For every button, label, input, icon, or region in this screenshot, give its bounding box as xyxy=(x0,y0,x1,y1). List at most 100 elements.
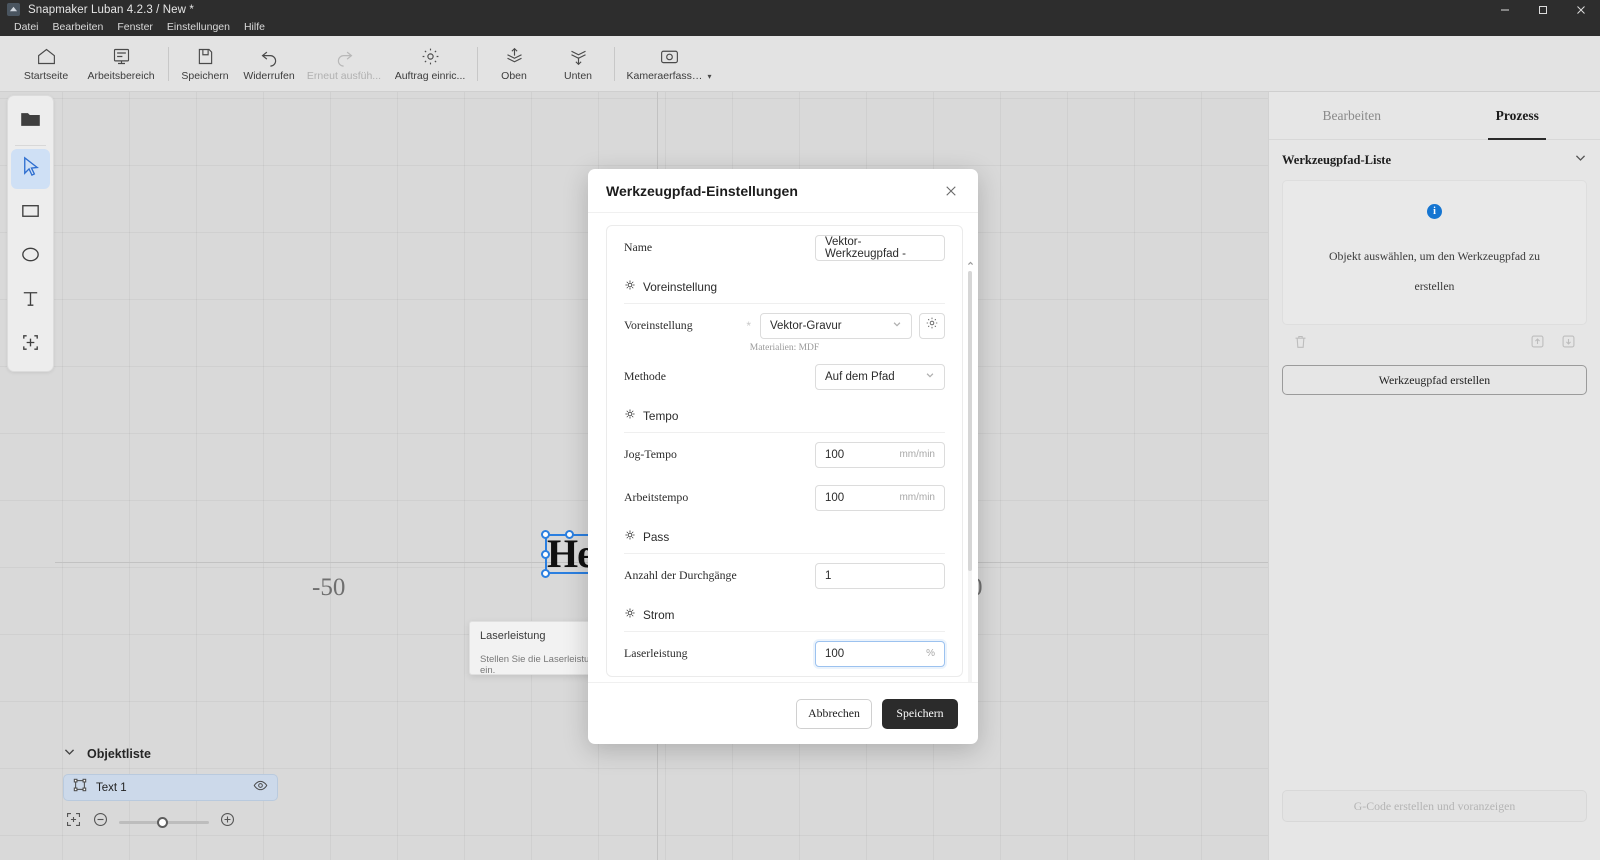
object-bounds-icon xyxy=(73,778,87,797)
scrollbar-thumb[interactable] xyxy=(968,271,972,571)
name-input[interactable]: Vektor-Werkzeugpfad - xyxy=(815,235,945,261)
zoom-out-icon[interactable] xyxy=(92,811,109,833)
preset-select[interactable]: Vektor-Gravur xyxy=(760,313,912,339)
work-speed-unit: mm/min xyxy=(899,492,935,503)
preset-settings-button[interactable] xyxy=(919,313,945,339)
toolbar-workspace-button[interactable]: Arbeitsbereich xyxy=(78,38,164,90)
toolbar-undo-label: Widerrufen xyxy=(243,70,294,82)
bring-up-icon xyxy=(504,45,525,67)
object-list-title: Objektliste xyxy=(87,747,151,761)
close-icon[interactable] xyxy=(1562,0,1600,19)
ellipse-icon xyxy=(19,243,42,271)
undo-icon xyxy=(259,45,280,67)
maximize-icon[interactable] xyxy=(1524,0,1562,19)
settings-form: Name Vektor-Werkzeugpfad - Voreinstellun… xyxy=(606,225,963,677)
arrow-down-box-icon[interactable] xyxy=(1561,334,1576,354)
toolbar-save-button[interactable]: Speichern xyxy=(173,38,237,90)
toolbar-undo-button[interactable]: Widerrufen xyxy=(237,38,301,90)
group-header-pass: Pass xyxy=(624,521,945,553)
list-item[interactable]: Text 1 xyxy=(63,774,278,801)
object-list-panel: Objektliste Text 1 xyxy=(63,741,283,801)
save-icon xyxy=(195,45,216,67)
toolpath-empty-text-line2: erstellen xyxy=(1329,271,1540,301)
dialog-title: Werkzeugpfad-Einstellungen xyxy=(606,183,798,199)
zoom-slider[interactable] xyxy=(119,815,209,829)
menu-item-bearbeiten[interactable]: Bearbeiten xyxy=(46,19,111,36)
group-title-power: Strom xyxy=(643,608,674,622)
main-toolbar: Startseite Arbeitsbereich Speichern Wide… xyxy=(0,36,1600,92)
laser-power-value: 100 xyxy=(825,648,844,660)
menu-bar: Datei Bearbeiten Fenster Einstellungen H… xyxy=(0,19,1600,36)
selection-bounding-box[interactable] xyxy=(545,534,592,574)
dialog-body: Name Vektor-Werkzeugpfad - Voreinstellun… xyxy=(588,213,978,682)
object-list-header[interactable]: Objektliste xyxy=(63,741,283,767)
create-toolpath-button[interactable]: Werkzeugpfad erstellen xyxy=(1282,365,1587,395)
save-button[interactable]: Speichern xyxy=(882,699,958,729)
selection-handle-ml[interactable] xyxy=(541,550,550,559)
tab-prozess[interactable]: Prozess xyxy=(1435,92,1600,139)
redo-icon xyxy=(334,45,355,67)
laser-power-input[interactable]: 100 % xyxy=(815,641,945,667)
menu-item-fenster[interactable]: Fenster xyxy=(110,19,160,36)
toolpath-list-header[interactable]: Werkzeugpfad-Liste xyxy=(1269,140,1600,180)
toolbar-bring-up-button[interactable]: Oben xyxy=(482,38,546,90)
chevron-down-icon[interactable] xyxy=(1574,151,1587,169)
menu-item-datei[interactable]: Datei xyxy=(7,19,46,36)
rail-btn-select[interactable] xyxy=(11,149,50,189)
toolbar-divider xyxy=(168,47,169,81)
arrow-up-box-icon[interactable] xyxy=(1530,334,1545,354)
cancel-button[interactable]: Abbrechen xyxy=(796,699,872,729)
toolbar-home-button[interactable]: Startseite xyxy=(14,38,78,90)
group-title-pass: Pass xyxy=(643,530,669,544)
app-root: Snapmaker Luban 4.2.3 / New * Datei Bear… xyxy=(0,0,1600,860)
toolbar-send-down-button[interactable]: Unten xyxy=(546,38,610,90)
workspace-icon xyxy=(111,45,132,67)
group-header-speed: Tempo xyxy=(624,400,945,432)
fit-to-screen-icon[interactable] xyxy=(65,811,82,833)
toolbar-bring-up-label: Oben xyxy=(501,70,527,82)
trash-icon[interactable] xyxy=(1293,334,1308,354)
jog-speed-input[interactable]: 100 mm/min xyxy=(815,442,945,468)
eye-icon[interactable] xyxy=(253,778,268,798)
chevron-down-icon[interactable] xyxy=(63,745,76,763)
jog-speed-unit: mm/min xyxy=(899,449,935,460)
camera-capture-icon xyxy=(659,45,680,67)
group-header-preset: Voreinstellung xyxy=(624,271,945,303)
rail-btn-insert[interactable] xyxy=(11,325,50,365)
selection-handle-tm[interactable] xyxy=(565,530,574,539)
rail-btn-open-folder[interactable] xyxy=(11,102,50,142)
home-icon xyxy=(36,45,57,67)
zoom-in-icon[interactable] xyxy=(219,811,236,833)
menu-item-hilfe[interactable]: Hilfe xyxy=(237,19,272,36)
method-select[interactable]: Auf dem Pfad xyxy=(815,364,945,390)
toolbar-camera-capture-button[interactable]: Kameraerfassung ▾ xyxy=(619,38,719,90)
minimize-icon[interactable] xyxy=(1486,0,1524,19)
menu-item-einstellungen[interactable]: Einstellungen xyxy=(160,19,237,36)
tab-bearbeiten[interactable]: Bearbeiten xyxy=(1269,92,1435,139)
work-speed-input[interactable]: 100 mm/min xyxy=(815,485,945,511)
zoom-slider-knob[interactable] xyxy=(157,817,168,828)
selection-handle-bl[interactable] xyxy=(541,569,550,578)
selection-handle-tl[interactable] xyxy=(541,530,550,539)
toolbar-redo-label: Erneut ausfüh... xyxy=(307,70,381,82)
rail-btn-text[interactable] xyxy=(11,281,50,321)
dialog-footer: Abbrechen Speichern xyxy=(588,682,978,744)
laser-power-label: Laserleistung xyxy=(624,646,688,661)
field-row-passes: Anzahl der Durchgänge 1 xyxy=(624,554,945,597)
gear-icon xyxy=(925,316,939,335)
group-title-speed: Tempo xyxy=(643,409,678,423)
work-speed-value: 100 xyxy=(825,492,844,504)
passes-label: Anzahl der Durchgänge xyxy=(624,568,737,583)
generate-gcode-button[interactable]: G-Code erstellen und voranzeigen xyxy=(1282,790,1587,822)
close-icon[interactable] xyxy=(942,182,960,200)
passes-input[interactable]: 1 xyxy=(815,563,945,589)
insert-object-icon xyxy=(19,331,42,359)
dialog-scrollbar[interactable] xyxy=(966,259,974,682)
chevron-up-icon[interactable] xyxy=(966,259,974,267)
rail-btn-ellipse[interactable] xyxy=(11,237,50,277)
field-row-laser-power: Laserleistung 100 % xyxy=(624,632,945,675)
field-row-work-speed: Arbeitstempo 100 mm/min xyxy=(624,476,945,519)
toolbar-redo-button[interactable]: Erneut ausfüh... xyxy=(301,38,387,90)
rail-btn-rectangle[interactable] xyxy=(11,193,50,233)
toolbar-job-setup-button[interactable]: Auftrag einric... xyxy=(387,38,473,90)
